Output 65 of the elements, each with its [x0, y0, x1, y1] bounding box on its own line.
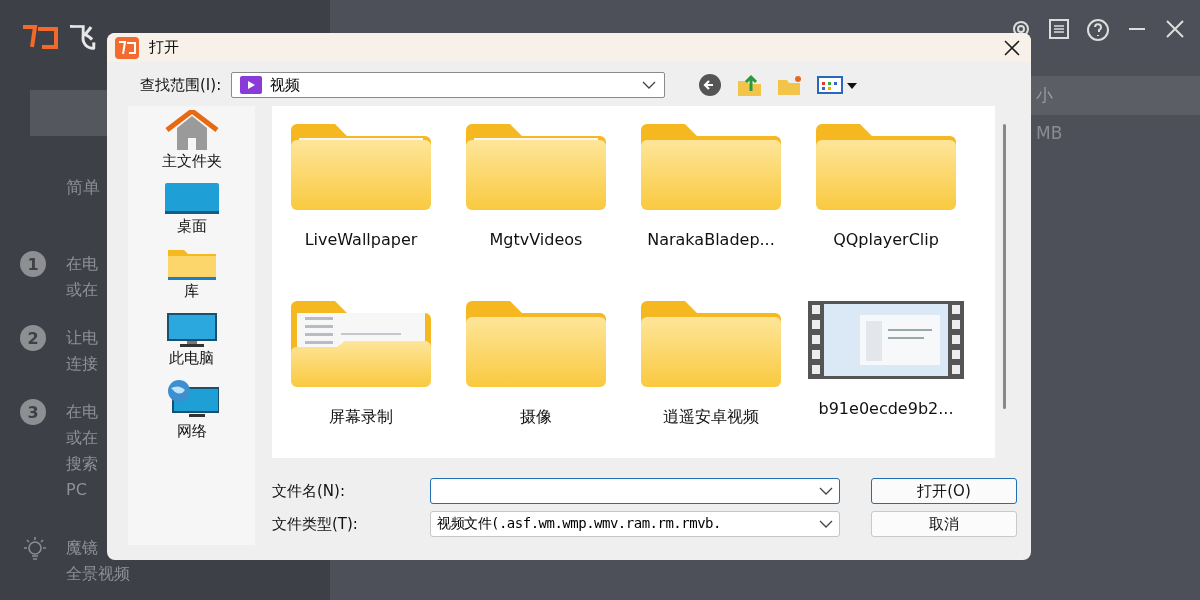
folder-icon [816, 124, 956, 210]
up-folder-button[interactable] [737, 73, 764, 97]
places-item[interactable]: 桌面 [164, 183, 219, 236]
folder-icon [466, 124, 606, 210]
step-text: 或在 [66, 427, 98, 449]
video-folder-icon [240, 76, 263, 94]
chevron-down-icon[interactable] [642, 81, 657, 89]
step-text: 在电 [66, 253, 98, 275]
folder-icon [291, 124, 431, 210]
tip-text: 全景视频 [66, 563, 130, 585]
logo-icon [20, 24, 60, 50]
app-logo-icon [115, 36, 139, 59]
list-icon[interactable] [1048, 18, 1070, 40]
house-icon [164, 110, 219, 150]
look-in-label: 查找范围(I): [140, 75, 222, 95]
file-name-label: 文件名(N): [272, 481, 346, 501]
cancel-button[interactable]: 取消 [871, 511, 1017, 537]
file-item[interactable]: QQplayerClip [811, 124, 961, 279]
file-item[interactable]: 屏幕录制 [286, 301, 436, 458]
file-name-field[interactable] [430, 478, 840, 504]
step-text: PC [66, 479, 88, 501]
column-header: 小 [1030, 76, 1200, 115]
step-text: 或在 [66, 279, 98, 301]
file-item[interactable]: NarakaBladep... [636, 124, 786, 279]
chevron-down-icon[interactable] [819, 520, 833, 528]
step-text: 搜索 [66, 453, 98, 475]
file-type-label: 文件类型(T): [272, 514, 359, 534]
file-item[interactable]: 逍遥安卓视频 [636, 301, 786, 458]
places-item[interactable]: 主文件夹 [161, 110, 222, 171]
desktop-icon [164, 183, 219, 215]
scrollbar[interactable] [1003, 124, 1006, 409]
folder-icon [167, 248, 216, 280]
open-button[interactable]: 打开(O) [871, 478, 1017, 504]
file-item[interactable]: LiveWallpaper [286, 124, 436, 279]
folder-icon [641, 124, 781, 210]
chevron-down-icon[interactable] [819, 487, 833, 495]
step-text: 连接 [66, 353, 98, 375]
file-size: MB [1035, 122, 1064, 143]
new-folder-button[interactable] [777, 73, 804, 97]
places-item[interactable]: 网络 [164, 380, 219, 441]
places-item[interactable]: 此电脑 [166, 313, 217, 368]
view-menu-button[interactable] [817, 75, 860, 95]
step-text: 在电 [66, 401, 98, 423]
step-number: 2 [20, 325, 46, 351]
dialog-title: 打开 [149, 38, 180, 57]
video-thumbnail-icon [808, 301, 964, 379]
folder-icon [466, 301, 606, 387]
folder-icon [641, 301, 781, 387]
file-item[interactable]: b91e0ecde9b2... [811, 301, 961, 458]
file-type-dropdown[interactable]: 视频文件(.asf.wm.wmp.wmv.ram.rm.rmvb. [430, 511, 840, 537]
step-text: 让电 [66, 327, 98, 349]
file-item[interactable]: 摄像 [461, 301, 611, 458]
step-number: 1 [20, 251, 46, 277]
look-in-dropdown[interactable]: 视频 [231, 72, 666, 98]
monitor-icon [166, 313, 217, 347]
app-name: 飞 [70, 20, 96, 54]
tip-text: 魔镜 [66, 537, 99, 559]
folder-with-document-icon [291, 301, 431, 387]
close-icon[interactable] [1164, 18, 1186, 40]
places-item[interactable]: 库 [167, 248, 216, 301]
help-icon[interactable] [1086, 18, 1110, 42]
file-item[interactable]: MgtvVideos [461, 124, 611, 279]
section-heading: 简单 [66, 176, 101, 199]
back-button[interactable] [697, 73, 724, 97]
step-number: 3 [20, 399, 46, 425]
